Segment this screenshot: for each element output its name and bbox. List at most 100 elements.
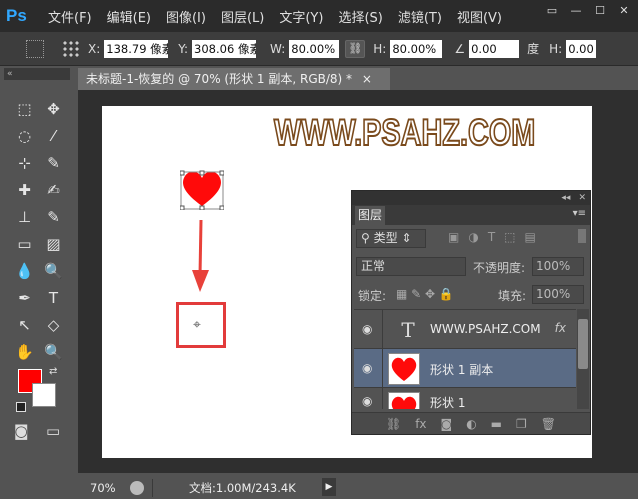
menu-layer[interactable]: 图层(L) bbox=[221, 7, 264, 26]
swap-colors-icon[interactable]: ⇄ bbox=[49, 366, 57, 377]
kind-filter-select[interactable]: ⚲ 类型 ⇕ bbox=[356, 229, 426, 248]
gradient-tool[interactable]: ▨ bbox=[39, 231, 68, 258]
shape-filter-icon[interactable]: ⬚ bbox=[504, 230, 515, 244]
minimize-button[interactable]: — bbox=[568, 4, 584, 18]
adjustment-filter-icon[interactable]: ◑ bbox=[468, 230, 478, 244]
history-brush-tool[interactable]: ✎ bbox=[39, 204, 68, 231]
new-layer-icon[interactable]: ❐ bbox=[516, 413, 527, 434]
lock-icons[interactable]: ▦ ✎ ✥ 🔒 bbox=[396, 287, 454, 301]
screen-mode-icon[interactable]: ▭ bbox=[46, 422, 60, 440]
restore-workspace-icon[interactable]: ▭ bbox=[544, 4, 560, 18]
menu-type[interactable]: 文字(Y) bbox=[279, 7, 323, 26]
heart-shape[interactable] bbox=[179, 166, 225, 211]
shape-thumbnail bbox=[388, 353, 420, 385]
transform-tool-icon[interactable] bbox=[26, 39, 44, 58]
opacity-field[interactable]: 100% bbox=[532, 257, 584, 276]
document-tab[interactable]: 未标题-1-恢复的 @ 70% (形状 1 副本, RGB/8) * × bbox=[78, 68, 390, 90]
proof-icon[interactable] bbox=[130, 480, 144, 495]
smart-filter-icon[interactable]: ▤ bbox=[525, 230, 536, 244]
fx-icon[interactable]: fx bbox=[555, 321, 566, 335]
shape-tool[interactable]: ◇ bbox=[39, 312, 68, 339]
menu-edit[interactable]: 编辑(E) bbox=[107, 7, 151, 26]
tools-panel: « ⬚ ✥ ◌ ⁄ ⊹ ✎ ✚ ✍ ⊥ ✎ ▭ ▨ 💧 🔍 ✒ T ↖ ◇ ✋ … bbox=[0, 66, 74, 499]
x-label: X: bbox=[88, 41, 101, 56]
y-label: Y: bbox=[178, 41, 189, 56]
tools-collapse-icon[interactable]: « bbox=[4, 68, 70, 80]
trash-icon[interactable]: 🗑 bbox=[541, 413, 556, 434]
background-color-swatch[interactable] bbox=[32, 383, 56, 407]
text-filter-icon[interactable]: T bbox=[488, 230, 495, 244]
menu-view[interactable]: 视图(V) bbox=[457, 7, 502, 26]
close-panel-icon[interactable]: ✕ bbox=[578, 193, 586, 203]
quick-mask-icon[interactable]: ◙ bbox=[14, 422, 29, 440]
pen-tool[interactable]: ✒ bbox=[10, 285, 39, 312]
eyedropper-tool[interactable]: ✎ bbox=[39, 150, 68, 177]
mask-icon[interactable]: ◙ bbox=[441, 413, 453, 434]
visibility-eye-icon[interactable]: ◉ bbox=[362, 322, 372, 336]
collapse-panel-icon[interactable]: ◂◂ bbox=[561, 193, 570, 203]
healing-tool[interactable]: ✚ bbox=[10, 177, 39, 204]
dodge-tool[interactable]: 🔍 bbox=[39, 258, 68, 285]
layer-row-shape[interactable]: ◉ 形状 1 bbox=[354, 387, 576, 409]
layer-row-text[interactable]: ◉ T WWW.PSAHZ.COM fx bbox=[354, 309, 576, 350]
menu-filter[interactable]: 滤镜(T) bbox=[398, 7, 442, 26]
y-field[interactable]: 308.06 像素 bbox=[192, 39, 257, 58]
chevron-icon: ⇕ bbox=[401, 231, 412, 245]
group-icon[interactable]: ▬ bbox=[491, 413, 502, 434]
menu-select[interactable]: 选择(S) bbox=[338, 7, 382, 26]
watermark-text: WWW.PSAHZ.COM bbox=[273, 111, 536, 154]
layers-scrollbar[interactable] bbox=[577, 309, 589, 409]
filter-row: ⚲ 类型 ⇕ ▣ ◑ T ⬚ ▤ bbox=[352, 225, 590, 253]
link-icon[interactable]: ⛓ bbox=[386, 413, 401, 434]
lasso-tool[interactable]: ◌ bbox=[10, 123, 39, 150]
zoom-tool[interactable]: 🔍 bbox=[39, 339, 68, 366]
visibility-eye-icon[interactable]: ◉ bbox=[362, 361, 372, 375]
pixel-filter-icon[interactable]: ▣ bbox=[448, 230, 459, 244]
reference-point-icon[interactable] bbox=[62, 39, 80, 58]
panel-menu-icon[interactable]: ▾≡ bbox=[573, 208, 586, 219]
menu-file[interactable]: 文件(F) bbox=[48, 7, 92, 26]
close-tab-icon[interactable]: × bbox=[362, 72, 372, 86]
quick-select-tool[interactable]: ⁄ bbox=[39, 123, 68, 150]
fill-label: 填充: bbox=[498, 289, 527, 303]
type-tool[interactable]: T bbox=[39, 285, 68, 312]
default-colors-icon[interactable] bbox=[16, 402, 26, 412]
menu-image[interactable]: 图像(I) bbox=[166, 7, 206, 26]
tool-grid: ⬚ ✥ ◌ ⁄ ⊹ ✎ ✚ ✍ ⊥ ✎ ▭ ▨ 💧 🔍 ✒ T ↖ ◇ ✋ 🔍 bbox=[10, 96, 68, 366]
w-label: W: bbox=[270, 41, 286, 56]
blend-mode-select[interactable]: 正常 bbox=[356, 257, 466, 276]
lock-row: 锁定: ▦ ✎ ✥ 🔒 填充: 100% bbox=[352, 281, 590, 309]
fx-icon[interactable]: fx bbox=[415, 413, 426, 434]
adjustment-icon[interactable]: ◐ bbox=[466, 413, 476, 434]
width-field[interactable]: 80.00% bbox=[289, 39, 340, 58]
h-label: H: bbox=[373, 41, 387, 56]
blur-tool[interactable]: 💧 bbox=[10, 258, 39, 285]
crosshair-icon: ⌖ bbox=[193, 317, 201, 333]
x-field[interactable]: 138.79 像素 bbox=[104, 39, 169, 58]
fill-field[interactable]: 100% bbox=[532, 285, 584, 304]
filter-toggle[interactable] bbox=[578, 229, 586, 243]
angle-field[interactable]: 0.00 bbox=[469, 39, 520, 58]
height-field[interactable]: 80.00% bbox=[390, 39, 443, 58]
brush-tool[interactable]: ✍ bbox=[39, 177, 68, 204]
hand-tool[interactable]: ✋ bbox=[10, 339, 39, 366]
window-controls: ▭ — ☐ ✕ bbox=[544, 4, 632, 18]
visibility-eye-icon[interactable]: ◉ bbox=[362, 394, 372, 408]
angle-icon: ∠ bbox=[454, 41, 466, 56]
stamp-tool[interactable]: ⊥ bbox=[10, 204, 39, 231]
marquee-tool[interactable]: ⬚ bbox=[10, 96, 39, 123]
filter-icons: ▣ ◑ T ⬚ ▤ bbox=[448, 230, 536, 244]
zoom-level[interactable]: 70% bbox=[90, 481, 124, 495]
h-skew-field[interactable]: 0.00 bbox=[566, 39, 597, 58]
eraser-tool[interactable]: ▭ bbox=[10, 231, 39, 258]
move-tool[interactable]: ✥ bbox=[39, 96, 68, 123]
crop-tool[interactable]: ⊹ bbox=[10, 150, 39, 177]
status-menu-arrow-icon[interactable]: ▶ bbox=[322, 478, 336, 496]
link-proportions-icon[interactable]: ⛓ bbox=[345, 39, 366, 58]
layer-row-shape-copy[interactable]: ◉ 形状 1 副本 bbox=[354, 348, 576, 389]
maximize-button[interactable]: ☐ bbox=[592, 4, 608, 18]
tab-layers[interactable]: 图层 bbox=[355, 206, 385, 225]
scrollbar-thumb[interactable] bbox=[578, 319, 588, 369]
close-button[interactable]: ✕ bbox=[616, 4, 632, 18]
path-select-tool[interactable]: ↖ bbox=[10, 312, 39, 339]
